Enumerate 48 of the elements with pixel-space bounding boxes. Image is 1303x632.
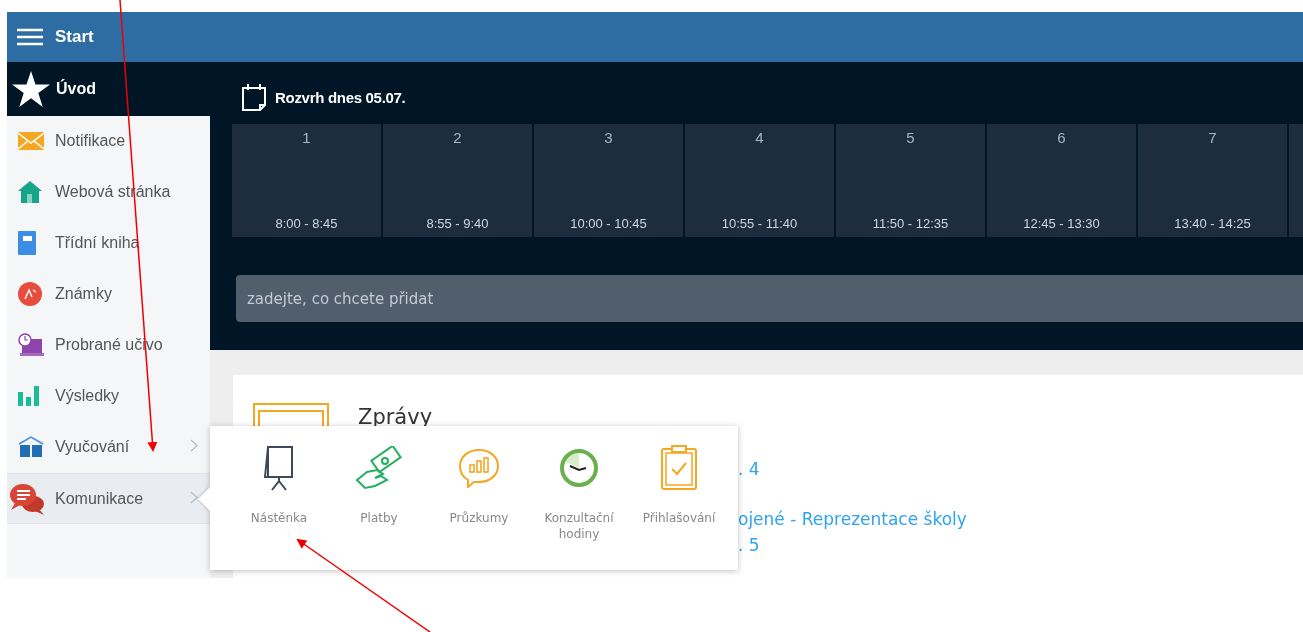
period-number: 7 [1208, 129, 1217, 146]
chevron-icon [190, 490, 198, 504]
sidebar-item[interactable]: Komunikace [7, 473, 210, 524]
submenu-item[interactable]: Přihlašování [629, 438, 729, 570]
monitor-clock-icon [18, 333, 44, 357]
clock-icon [559, 448, 599, 488]
period-time: 8:55 - 9:40 [426, 216, 489, 231]
sidebar-item[interactable]: Vyučování [7, 422, 210, 473]
period-time: 10:55 - 11:40 [721, 216, 798, 231]
schedule-title: Rozvrh dnes 05.07. [275, 88, 406, 106]
add-input-field[interactable]: zadejte, co chcete přidat [236, 275, 1303, 322]
period-number: 1 [302, 129, 311, 146]
submenu-item[interactable]: Nástěnka [229, 438, 329, 570]
period-number: 5 [906, 129, 915, 146]
sidebar-item[interactable]: Známky [7, 269, 210, 320]
app-title: Start [55, 27, 94, 47]
chart-bubble-icon [458, 448, 500, 488]
chat-bubbles-icon [9, 482, 45, 515]
messages-title: Zprávy [358, 405, 433, 429]
envelope-icon [253, 403, 329, 426]
period-time: 13:40 - 14:25 [1174, 216, 1251, 231]
sidebar-item[interactable]: Notifikace [7, 116, 210, 167]
period-time: 8:00 - 8:45 [275, 216, 338, 231]
period-time: 10:00 - 10:45 [570, 216, 647, 231]
period-time: 12:45 - 13:30 [1023, 216, 1100, 231]
home-nav-item[interactable]: Úvod [7, 62, 210, 116]
submenu-item[interactable]: Platby [329, 438, 429, 570]
period-number: 6 [1057, 129, 1066, 146]
hand-money-icon [355, 446, 403, 490]
calendar-icon [241, 83, 267, 111]
submenu-item[interactable]: Průzkumy [429, 438, 529, 570]
grade-icon [18, 282, 42, 306]
house-icon [18, 181, 42, 203]
menu-icon[interactable] [17, 28, 43, 46]
chevron-icon [190, 439, 198, 452]
star-icon [12, 71, 50, 107]
open-book-icon [18, 436, 44, 458]
envelope-icon [18, 132, 44, 150]
sidebar-item[interactable]: Výsledky [7, 371, 210, 422]
bar-chart-icon [18, 386, 40, 406]
period-number: 4 [755, 129, 764, 146]
flipchart-icon [263, 445, 295, 491]
period-number: 3 [604, 129, 613, 146]
notebook-icon [18, 231, 36, 255]
clipboard-check-icon [660, 445, 698, 491]
submenu-item[interactable]: Konzultační hodiny [529, 438, 629, 570]
period-number: 2 [453, 129, 462, 146]
period-time: 11:50 - 12:35 [872, 216, 949, 231]
